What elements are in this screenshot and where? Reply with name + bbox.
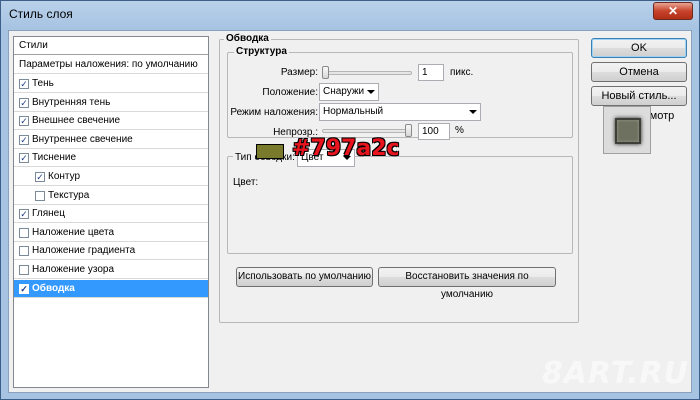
style-item-label: Текстура xyxy=(48,189,90,201)
watermark: 8ART.RU xyxy=(541,356,689,391)
size-label: Размер: xyxy=(280,67,318,78)
style-item-checkbox[interactable]: ✓ xyxy=(19,97,29,108)
preview-thumbnail xyxy=(615,118,641,144)
style-item-label: Обводка xyxy=(32,282,75,294)
style-item-label: Наложение градиента xyxy=(32,245,136,257)
style-item-label: Контур xyxy=(48,171,81,182)
opacity-slider-track[interactable] xyxy=(322,129,412,133)
blend-mode-dropdown[interactable]: Нормальный xyxy=(319,103,481,121)
style-item[interactable]: ✓ Внешнее свечение xyxy=(14,112,208,131)
stroke-color-swatch[interactable] xyxy=(256,144,284,159)
style-item-label: Внешнее свечение xyxy=(32,115,121,127)
size-input[interactable]: 1 xyxy=(418,64,444,81)
fill-type-group xyxy=(227,156,573,254)
style-item[interactable]: ✓ Глянец xyxy=(14,205,208,224)
style-item-checkbox[interactable] xyxy=(19,246,29,257)
style-item-checkbox[interactable]: ✓ xyxy=(19,153,29,164)
make-default-button[interactable]: Использовать по умолчанию xyxy=(236,267,373,287)
style-item[interactable]: Наложение узора xyxy=(14,261,208,279)
style-item[interactable]: ✓ Тень xyxy=(14,75,208,93)
styles-header-label: Стили xyxy=(19,40,48,51)
stroke-group-title: Обводка xyxy=(224,33,271,44)
color-hex-annotation: #797a2c xyxy=(292,136,400,161)
style-item[interactable]: ✓ Внутреннее свечение xyxy=(14,131,208,149)
blending-options-label: Параметры наложения: по умолчанию xyxy=(19,59,198,70)
structure-group-title: Структура xyxy=(234,46,289,57)
style-item-label: Наложение цвета xyxy=(32,226,115,238)
layer-style-dialog: Стиль слоя ✕ Стили Параметры наложения: … xyxy=(0,0,700,400)
style-item-label: Тень xyxy=(32,78,54,89)
window-title: Стиль слоя xyxy=(9,7,73,21)
title-bar[interactable]: Стиль слоя ✕ xyxy=(1,1,699,27)
style-item-label: Тиснение xyxy=(32,152,77,164)
position-label: Положение: xyxy=(262,87,318,98)
style-item-checkbox[interactable]: ✓ xyxy=(19,79,29,89)
position-value: Снаружи xyxy=(323,86,365,97)
style-item-checkbox[interactable]: ✓ xyxy=(35,172,45,182)
styles-list: Стили Параметры наложения: по умолчанию … xyxy=(13,36,209,388)
style-item-label: Наложение узора xyxy=(32,264,115,275)
chevron-down-icon xyxy=(367,90,375,94)
position-dropdown[interactable]: Снаружи xyxy=(319,83,379,101)
style-item[interactable]: ✓ Тиснение xyxy=(14,149,208,168)
style-item-checkbox[interactable] xyxy=(19,227,29,238)
style-item-checkbox[interactable]: ✓ xyxy=(19,116,29,127)
style-item[interactable]: Наложение градиента xyxy=(14,242,208,261)
style-item-checkbox[interactable]: ✓ xyxy=(19,209,29,220)
size-slider-thumb[interactable] xyxy=(322,66,329,79)
opacity-slider-thumb[interactable] xyxy=(405,124,412,137)
style-item-label: Внутренняя тень xyxy=(32,96,111,108)
cancel-button[interactable]: Отмена xyxy=(591,62,687,82)
style-item[interactable]: ✓ Внутренняя тень xyxy=(14,94,208,112)
style-item[interactable]: Текстура xyxy=(14,187,208,205)
blend-mode-value: Нормальный xyxy=(323,106,384,117)
style-item-checkbox[interactable] xyxy=(19,265,29,275)
size-slider-track[interactable] xyxy=(322,71,412,75)
blend-mode-label: Режим наложения: xyxy=(230,107,318,118)
style-item[interactable]: ✓ Обводка xyxy=(14,279,208,298)
opacity-unit: % xyxy=(455,125,464,136)
styles-list-header[interactable]: Стили xyxy=(14,37,208,55)
style-item-label: Внутреннее свечение xyxy=(32,133,133,145)
style-item-checkbox[interactable]: ✓ xyxy=(19,283,29,294)
blending-options-item[interactable]: Параметры наложения: по умолчанию xyxy=(14,56,208,74)
size-unit: пикс. xyxy=(450,67,474,78)
new-style-button[interactable]: Новый стиль... xyxy=(591,86,687,106)
color-label: Цвет: xyxy=(233,177,259,188)
style-item[interactable]: Наложение цвета xyxy=(14,224,208,242)
close-button[interactable]: ✕ xyxy=(653,2,693,20)
style-item-label: Глянец xyxy=(32,208,65,220)
style-item-checkbox[interactable]: ✓ xyxy=(19,134,29,145)
style-preview xyxy=(603,106,651,154)
reset-default-button[interactable]: Восстановить значения по умолчанию xyxy=(378,267,556,300)
style-item-checkbox[interactable] xyxy=(35,190,45,201)
chevron-down-icon xyxy=(469,110,477,114)
ok-button[interactable]: OK xyxy=(591,38,687,58)
dialog-client-area: Стили Параметры наложения: по умолчанию … xyxy=(8,30,692,393)
style-item[interactable]: ✓ Контур xyxy=(14,168,208,186)
opacity-input[interactable]: 100 xyxy=(418,123,450,140)
